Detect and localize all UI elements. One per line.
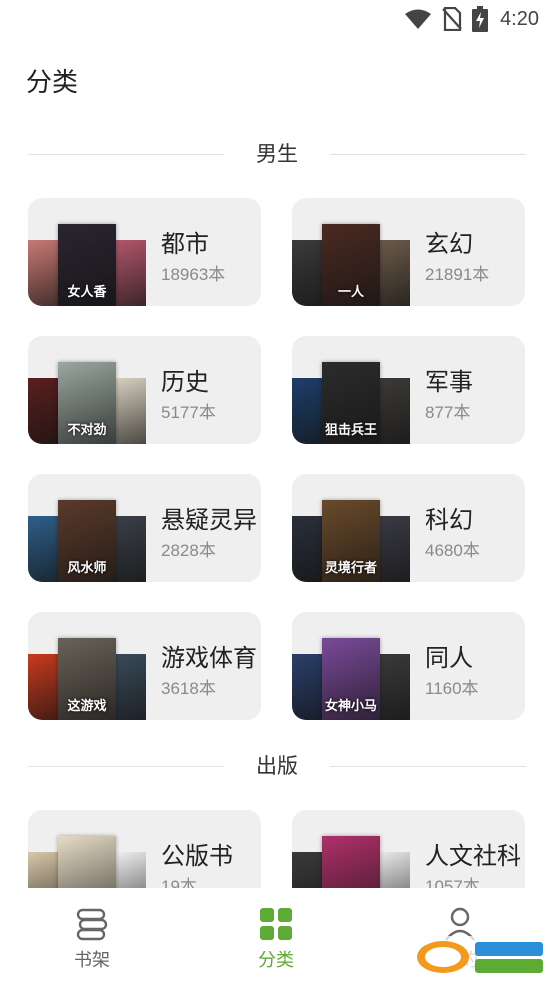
category-book-count: 4680本: [425, 541, 480, 560]
book-covers: 女人香: [28, 198, 146, 306]
category-book-count: 877本: [425, 403, 471, 422]
book-cover-image: [28, 654, 58, 720]
wifi-icon: [405, 9, 432, 29]
book-cover-image: [116, 516, 146, 582]
category-card-xuanhuan[interactable]: 一人 玄幻 21891本: [292, 198, 525, 306]
category-name: 都市: [161, 230, 209, 258]
divider: [28, 766, 224, 767]
category-book-count: 3618本: [161, 679, 216, 698]
book-covers: 灵境行者: [292, 474, 410, 582]
category-name: 悬疑灵异: [161, 506, 257, 534]
nav-label-bookshelf: 书架: [74, 950, 110, 971]
book-cover-image: [292, 240, 322, 306]
book-covers: 女神小马: [292, 612, 410, 720]
book-covers: 狙击兵王: [292, 336, 410, 444]
divider: [330, 154, 526, 155]
section-label-publish: 出版: [256, 754, 298, 778]
category-card-youxi[interactable]: 这游戏 游戏体育 3618本: [28, 612, 261, 720]
book-cover-image: 这游戏: [58, 638, 116, 720]
section-header-male: 男生: [0, 139, 553, 169]
book-cover-image: [116, 378, 146, 444]
book-cover-image: [380, 516, 410, 582]
category-name: 军事: [425, 368, 473, 396]
bookshelf-icon: [76, 908, 108, 941]
nav-item-category[interactable]: 分类: [236, 906, 316, 972]
category-book-count: 21891本: [425, 265, 490, 284]
divider: [330, 766, 526, 767]
book-cover-image: [116, 240, 146, 306]
book-cover-image: 狙击兵王: [322, 362, 380, 444]
divider: [28, 154, 224, 155]
category-card-lishi[interactable]: 不对劲 历史 5177本: [28, 336, 261, 444]
section-label-male: 男生: [256, 142, 298, 166]
category-book-count: 2828本: [161, 541, 216, 560]
category-name: 历史: [161, 368, 209, 396]
book-cover-image: [28, 378, 58, 444]
cover-title: 灵境行者: [324, 561, 377, 576]
cover-title: 这游戏: [67, 699, 107, 714]
category-name: 人文社科: [425, 842, 521, 870]
book-cover-image: [292, 654, 322, 720]
page-title: 分类: [26, 68, 79, 98]
book-covers: 不对劲: [28, 336, 146, 444]
category-card-dushi[interactable]: 女人香 都市 18963本: [28, 198, 261, 306]
no-sim-icon: [442, 7, 462, 31]
cover-title: 女神小马: [324, 699, 377, 714]
category-name: 同人: [425, 644, 473, 672]
book-covers: 风水师: [28, 474, 146, 582]
cover-title: 一人: [337, 285, 364, 300]
nav-item-bookshelf[interactable]: 书架: [52, 906, 132, 972]
category-card-xuanyi[interactable]: 风水师 悬疑灵异 2828本: [28, 474, 261, 582]
book-cover-image: 灵境行者: [322, 500, 380, 582]
category-name: 游戏体育: [161, 644, 257, 672]
status-time: 4:20: [500, 7, 539, 30]
watermark-logo: [413, 936, 548, 978]
book-cover-image: 风水师: [58, 500, 116, 582]
category-card-junshi[interactable]: 狙击兵王 军事 877本: [292, 336, 525, 444]
category-name: 公版书: [161, 842, 233, 870]
book-cover-image: 女神小马: [322, 638, 380, 720]
book-cover-image: [380, 378, 410, 444]
cover-title: 风水师: [67, 561, 107, 576]
cover-title: 不对劲: [67, 423, 107, 438]
book-cover-image: [116, 654, 146, 720]
status-icons: 4:20: [404, 6, 539, 32]
book-cover-image: 不对劲: [58, 362, 116, 444]
status-bar: 4:20: [0, 0, 553, 38]
book-cover-image: [380, 240, 410, 306]
category-book-count: 5177本: [161, 403, 216, 422]
category-book-count: 1160本: [425, 679, 479, 698]
book-cover-image: [28, 516, 58, 582]
book-covers: 一人: [292, 198, 410, 306]
book-cover-image: [380, 654, 410, 720]
book-cover-image: 女人香: [58, 224, 116, 306]
book-cover-image: [292, 516, 322, 582]
cover-title: 狙击兵王: [324, 423, 377, 438]
battery-charging-icon: [472, 6, 489, 32]
category-card-tongren[interactable]: 女神小马 同人 1160本: [292, 612, 525, 720]
category-grid-icon: [260, 908, 292, 940]
category-name: 科幻: [425, 506, 473, 534]
category-card-kehuan[interactable]: 灵境行者 科幻 4680本: [292, 474, 525, 582]
cover-title: 女人香: [67, 285, 107, 300]
category-name: 玄幻: [425, 230, 473, 258]
book-cover-image: 一人: [322, 224, 380, 306]
book-cover-image: [292, 378, 322, 444]
book-cover-image: [28, 240, 58, 306]
book-covers: 这游戏: [28, 612, 146, 720]
nav-label-category: 分类: [258, 950, 294, 971]
category-book-count: 18963本: [161, 265, 226, 284]
section-header-publish: 出版: [0, 751, 553, 781]
